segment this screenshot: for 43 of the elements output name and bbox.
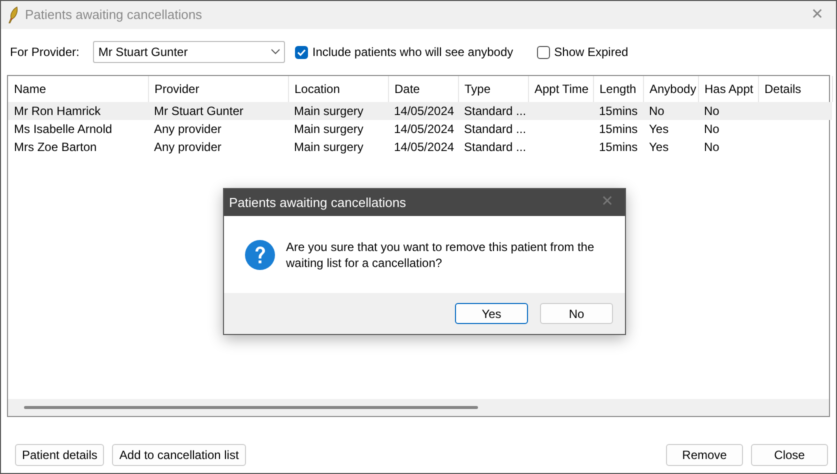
checkbox-label[interactable]: Include patients who will see anybody [312,43,514,61]
dialog-message: Are you sure that you want to remove this patient from the waiting list for a cancellation? [286,238,596,270]
dialog-title: Patients awaiting cancellations [229,194,406,212]
action-button[interactable]: Patient details [15,444,104,466]
table-cell: Main surgery [288,120,388,138]
chevron-down-icon [271,49,280,55]
checkbox[interactable] [295,46,308,58]
provider-label: For Provider: [10,44,80,61]
action-button[interactable]: Close [751,444,828,466]
table-cell-text: No [703,139,720,156]
dialog-button[interactable]: No [540,303,613,324]
table-cell: Main surgery [288,102,388,120]
table-cell: 15mins [593,120,643,138]
table-cell: Ms Isabelle Arnold [8,120,148,138]
provider-dropdown[interactable]: Mr Stuart Gunter [93,41,286,63]
table-cell: Mr Stuart Gunter [148,102,288,120]
table-cell: No [698,102,758,120]
table-cell-text: Any provider [153,139,222,156]
checkbox[interactable] [537,46,550,58]
table-cell: 15mins [593,102,643,120]
question-icon [244,238,276,270]
table-cell-text: Yes [648,139,670,156]
table-cell: Yes [643,120,698,138]
table-cell-text: Mrs Zoe Barton [13,139,98,156]
table-cell: No [643,102,698,120]
table-cell: 14/05/2024 [388,102,458,120]
dialog-button[interactable]: Yes [455,303,528,324]
table-cell: 14/05/2024 [388,120,458,138]
table-cell: Any provider [148,120,288,138]
scrollbar-thumb[interactable] [24,406,478,409]
table-cell-text: Main surgery [293,139,364,156]
table-cell-text: Standard ... [463,139,528,156]
table-cell: Standard ... [458,102,528,120]
feather-pen-icon [7,6,19,24]
action-button[interactable]: Add to cancellation list [112,444,246,466]
window-title: Patients awaiting cancellations [25,6,202,24]
table-cell: Mr Ron Hamrick [8,102,148,120]
table-cell-text: 14/05/2024 [393,139,456,156]
table-cell: Standard ... [458,120,528,138]
action-button[interactable]: Remove [666,444,743,466]
checkbox-label[interactable]: Show Expired [554,43,628,61]
table-cell-text: 15mins [598,139,639,156]
table-cell: No [698,120,758,138]
